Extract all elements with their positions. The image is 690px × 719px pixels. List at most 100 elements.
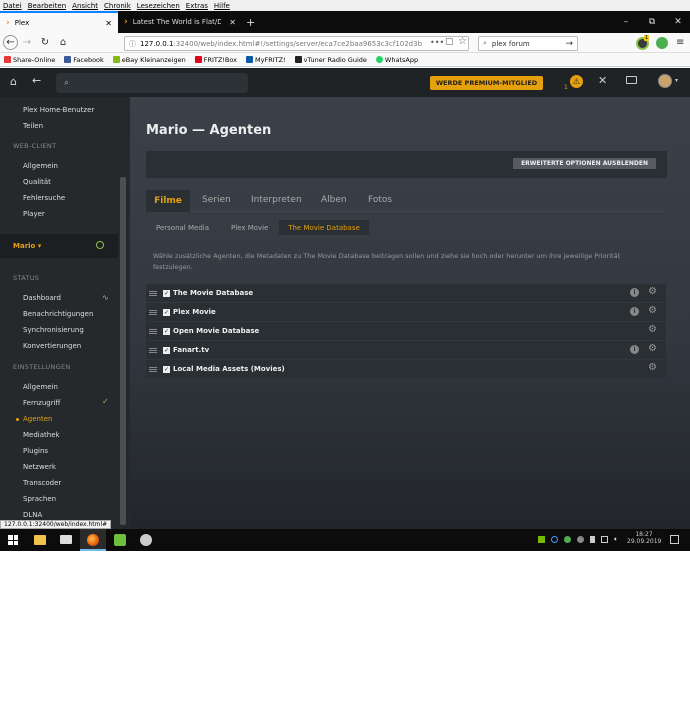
restore-button[interactable]: ⧉ — [640, 11, 664, 33]
agent-row[interactable]: ✓ The Movie Database i ⚙ — [146, 284, 666, 302]
cast-icon[interactable] — [626, 76, 637, 84]
sidebar-item-languages[interactable]: Sprachen — [23, 495, 56, 503]
url-bar[interactable]: ⓘ 127.0.0.1:32400/web/index.html#!/setti… — [124, 36, 469, 51]
gear-icon[interactable]: ⚙ — [648, 343, 657, 354]
page-actions-icon[interactable]: ••• — [430, 38, 444, 47]
pocket-icon[interactable]: ▢ — [445, 37, 454, 47]
sidebar-scrollbar[interactable] — [120, 177, 126, 525]
shield-icon[interactable] — [564, 536, 571, 543]
app-2-icon[interactable] — [140, 534, 152, 546]
home-icon[interactable]: ⌂ — [10, 75, 17, 88]
drag-handle-icon[interactable] — [149, 309, 157, 315]
menu-bearbeiten[interactable]: Bearbeiten — [28, 2, 66, 10]
sidebar-item-dashboard[interactable]: Dashboard — [23, 294, 61, 302]
sidebar-item-sync[interactable]: Synchronisierung — [23, 326, 84, 334]
search-input[interactable]: plex forum — [492, 40, 530, 48]
sync-icon[interactable] — [551, 536, 558, 543]
drag-handle-icon[interactable] — [149, 290, 157, 296]
sidebar-item-player[interactable]: Player — [23, 210, 45, 218]
menu-extras[interactable]: Extras — [186, 2, 208, 10]
close-tab-icon[interactable]: ✕ — [229, 18, 236, 27]
mail-icon[interactable] — [60, 535, 72, 544]
info-icon[interactable]: i — [630, 345, 639, 354]
tab-artists[interactable]: Interpreten — [251, 195, 302, 205]
usb-icon[interactable] — [590, 536, 595, 543]
sidebar-item-remote-access[interactable]: Fernzugriff — [23, 399, 60, 407]
tab-photos[interactable]: Fotos — [368, 195, 392, 205]
agent-row[interactable]: ✓ Local Media Assets (Movies) ⚙ — [146, 360, 666, 378]
sidebar-item-plugins[interactable]: Plugins — [23, 447, 48, 455]
plex-search-input[interactable]: ⌕ — [56, 73, 248, 93]
app-icon[interactable] — [114, 534, 126, 546]
app-tray-icon[interactable] — [577, 536, 584, 543]
tab-world-is-flat[interactable]: › Latest The World is Flat/Deutsc ✕ — [118, 11, 242, 33]
info-icon[interactable]: i — [630, 307, 639, 316]
agent-tab-plex-movie[interactable]: Plex Movie — [231, 224, 268, 232]
user-avatar[interactable] — [658, 74, 672, 88]
bookmark-share-online[interactable]: Share-Online — [4, 56, 55, 64]
bookmark-fritzbox[interactable]: FRITZ!Box — [194, 56, 237, 64]
reload-icon[interactable]: ↻ — [36, 34, 54, 52]
tab-plex[interactable]: › Plex ✕ — [0, 11, 118, 33]
sidebar-item-quality[interactable]: Qualität — [23, 178, 51, 186]
nvidia-icon[interactable] — [538, 536, 545, 543]
sidebar-item-home-users[interactable]: Plex Home-Benutzer — [23, 106, 94, 114]
info-icon[interactable]: i — [630, 288, 639, 297]
drag-handle-icon[interactable] — [149, 366, 157, 372]
clock[interactable]: 18:27 29.09.2019 — [627, 531, 661, 545]
menu-hilfe[interactable]: Hilfe — [214, 2, 230, 10]
network-icon[interactable] — [601, 536, 608, 543]
agent-checkbox[interactable]: ✓ — [163, 308, 170, 316]
back-arrow-icon[interactable]: ← — [3, 35, 18, 50]
search-bar[interactable]: ⌕ plex forum → — [478, 36, 578, 51]
close-tab-icon[interactable]: ✕ — [105, 19, 112, 28]
sidebar-item-agents[interactable]: Agenten — [23, 415, 52, 423]
gear-icon[interactable]: ⚙ — [648, 362, 657, 373]
menu-datei[interactable]: Datei — [3, 2, 22, 10]
tab-shows[interactable]: Serien — [202, 195, 231, 205]
extension-2-icon[interactable] — [656, 37, 668, 49]
menu-chronik[interactable]: Chronik — [104, 2, 131, 10]
bookmark-myfritz[interactable]: MyFRITZ! — [246, 56, 286, 64]
file-explorer-icon[interactable] — [34, 535, 46, 545]
sidebar-item-library[interactable]: Mediathek — [23, 431, 60, 439]
premium-button[interactable]: WERDE PREMIUM-MITGLIED — [430, 76, 543, 90]
info-icon[interactable]: ⓘ — [129, 39, 136, 49]
bookmark-ebay[interactable]: eBay Kleinanzeigen — [112, 56, 186, 64]
close-window-button[interactable]: ✕ — [666, 11, 690, 33]
agent-row[interactable]: ✓ Open Movie Database ⚙ — [146, 322, 666, 340]
sidebar-item-general[interactable]: Allgemein — [23, 162, 58, 170]
new-tab-button[interactable]: + — [242, 11, 259, 33]
firefox-icon[interactable] — [80, 529, 106, 551]
agent-row[interactable]: ✓ Fanart.tv i ⚙ — [146, 341, 666, 359]
agent-checkbox[interactable]: ✓ — [163, 327, 170, 335]
sidebar-item-dlna[interactable]: DLNA — [23, 511, 42, 519]
bookmark-facebook[interactable]: Facebook — [64, 56, 104, 64]
agent-checkbox[interactable]: ✓ — [163, 346, 170, 354]
bookmark-star-icon[interactable]: ☆ — [458, 36, 467, 47]
volume-icon[interactable]: 🔈︎ — [614, 536, 621, 543]
sidebar-item-troubleshooting[interactable]: Fehlersuche — [23, 194, 65, 202]
gear-icon[interactable]: ⚙ — [648, 324, 657, 335]
agent-row[interactable]: ✓ Plex Movie i ⚙ — [146, 303, 666, 321]
agent-checkbox[interactable]: ✓ — [163, 365, 170, 373]
sidebar-item-notifications[interactable]: Benachrichtigungen — [23, 310, 93, 318]
tab-albums[interactable]: Alben — [321, 195, 347, 205]
bookmark-vtuner[interactable]: vTuner Radio Guide — [294, 56, 367, 64]
tab-movies[interactable]: Filme — [146, 190, 190, 212]
agent-tab-the-movie-database[interactable]: The Movie Database — [279, 220, 369, 235]
menu-ansicht[interactable]: Ansicht — [72, 2, 98, 10]
forward-arrow-icon[interactable]: → — [18, 34, 36, 52]
activity-icon[interactable]: ⚠ — [570, 75, 583, 88]
agent-checkbox[interactable]: ✓ — [163, 289, 170, 297]
sidebar-item-settings-general[interactable]: Allgemein — [23, 383, 58, 391]
sidebar-item-network[interactable]: Netzwerk — [23, 463, 56, 471]
home-icon[interactable]: ⌂ — [54, 34, 72, 52]
sidebar-item-conversions[interactable]: Konvertierungen — [23, 342, 81, 350]
gear-icon[interactable]: ⚙ — [648, 286, 657, 297]
windows-start-icon[interactable] — [8, 535, 18, 545]
minimize-button[interactable]: – — [614, 11, 638, 33]
menu-lesezeichen[interactable]: Lesezeichen — [137, 2, 180, 10]
bookmark-whatsapp[interactable]: WhatsApp — [375, 56, 418, 64]
menu-hamburger-icon[interactable]: ≡ — [676, 37, 684, 48]
